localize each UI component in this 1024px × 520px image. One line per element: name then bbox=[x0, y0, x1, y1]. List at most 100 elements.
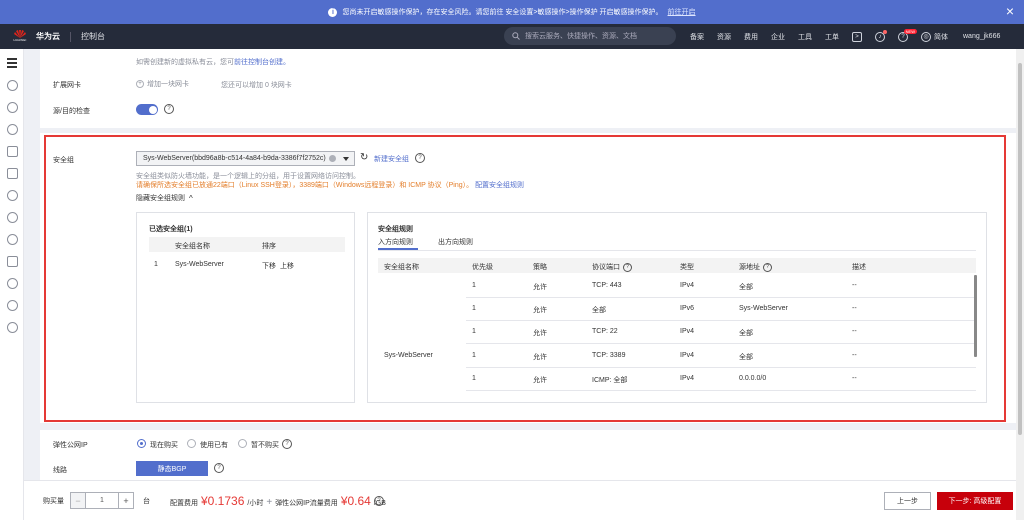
add-nic-button[interactable]: + 增加一块网卡 bbox=[136, 79, 189, 89]
help-icon[interactable]: ? NEW bbox=[898, 28, 917, 42]
database-icon[interactable] bbox=[7, 124, 18, 135]
anchor-icon[interactable] bbox=[7, 256, 18, 267]
user-account[interactable]: wang_jk666 bbox=[963, 33, 1000, 40]
line-bgp-button[interactable]: 静态BGP bbox=[136, 461, 208, 476]
hide-sg-rules-toggle[interactable]: 隐藏安全组规则 ^ bbox=[136, 193, 193, 203]
eip-buy-now-label[interactable]: 现在购买 bbox=[150, 440, 178, 450]
page-scrollbar-thumb[interactable] bbox=[1018, 63, 1022, 435]
cloud-icon[interactable] bbox=[7, 80, 18, 91]
rule-source-link[interactable]: Sys-WebServer bbox=[739, 305, 788, 312]
move-down-button[interactable]: 下移 bbox=[262, 261, 276, 271]
config-sg-rules-link[interactable]: 配置安全组规则 bbox=[475, 182, 524, 189]
globe-service-icon[interactable] bbox=[7, 322, 18, 333]
nav-filing[interactable]: 备案 bbox=[690, 32, 704, 42]
sg-warning-text: 请确保所选安全组已放通22端口（Linux SSH登录），3389端口（Wind… bbox=[136, 182, 474, 189]
eip-fee-label: 弹性公网IP流量费用 bbox=[275, 500, 338, 507]
search-placeholder: 搜索云服务、快捷操作、资源、文档 bbox=[525, 33, 637, 40]
refresh-icon[interactable]: ↻ bbox=[360, 152, 368, 164]
ext-nic-label: 扩展网卡 bbox=[53, 82, 81, 89]
eip-buy-now-radio[interactable] bbox=[137, 439, 146, 448]
rule-priority: 1 bbox=[472, 375, 476, 382]
rule-policy: 允许 bbox=[533, 307, 547, 314]
close-icon[interactable]: × bbox=[1006, 4, 1014, 18]
row-divider bbox=[466, 390, 976, 391]
eip-use-existing-label[interactable]: 使用已有 bbox=[200, 440, 228, 450]
lock-icon[interactable] bbox=[7, 300, 18, 311]
help-icon[interactable]: ? bbox=[164, 104, 174, 114]
help-icon[interactable]: ? bbox=[763, 262, 772, 272]
console-link[interactable]: 控制台 bbox=[81, 31, 105, 42]
eip-use-existing-radio[interactable] bbox=[187, 439, 196, 448]
huawei-logo[interactable]: HUAWEI bbox=[12, 29, 28, 44]
help-icon[interactable]: ? bbox=[415, 153, 425, 163]
security-group-select-value: Sys-WebServer(bbd96a8b-c514-4a84-b9da-33… bbox=[143, 155, 326, 162]
rule-port: ICMP: 全部 bbox=[592, 377, 628, 384]
huawei-logo-icon bbox=[14, 29, 26, 38]
terminal-icon[interactable]: > bbox=[852, 31, 862, 42]
search-icon bbox=[512, 32, 520, 40]
cloud-server-icon[interactable] bbox=[7, 102, 18, 113]
rule-type: IPv4 bbox=[680, 282, 695, 289]
row-divider bbox=[466, 320, 976, 321]
network-icon[interactable] bbox=[7, 190, 18, 201]
language-switch[interactable]: ◎ 简体 bbox=[921, 31, 948, 42]
prev-button[interactable]: 上一步 bbox=[884, 492, 931, 510]
menu-icon[interactable] bbox=[7, 58, 17, 70]
compass-icon[interactable] bbox=[7, 278, 18, 289]
nav-tickets[interactable]: 工单 bbox=[825, 32, 839, 42]
plus-button[interactable]: + bbox=[118, 493, 133, 508]
eip-not-now-radio[interactable] bbox=[238, 439, 247, 448]
minus-button[interactable]: − bbox=[71, 493, 86, 508]
header-nav: 备案 资源 费用 企业 工具 工单 > ♪ ? NEW ◎ 简体 wang_jk6… bbox=[690, 24, 1000, 49]
rule-port: TCP: 443 bbox=[592, 282, 622, 289]
col-port: 协议端口? bbox=[592, 262, 632, 272]
bell-icon[interactable]: ♪ bbox=[875, 29, 887, 42]
rule-type: IPv6 bbox=[680, 305, 695, 312]
src-dst-check-toggle[interactable] bbox=[136, 104, 158, 115]
row-divider bbox=[466, 297, 976, 298]
page-scrollbar[interactable] bbox=[1016, 49, 1024, 520]
nav-resources[interactable]: 资源 bbox=[717, 32, 731, 42]
src-dst-check-label: 源/目的检查 bbox=[53, 108, 90, 115]
global-search[interactable]: 搜索云服务、快捷操作、资源、文档 bbox=[504, 27, 676, 45]
col-sg-name: 安全组名称 bbox=[175, 243, 210, 250]
vpc-create-link[interactable]: 前往控制台创建。 bbox=[234, 59, 290, 66]
eip-not-now-label[interactable]: 暂不购买 bbox=[251, 440, 279, 450]
help-icon[interactable]: ? bbox=[282, 439, 292, 449]
tab-outbound[interactable]: 出方向规则 bbox=[438, 237, 473, 247]
notice-banner: i 您尚未开启敏感操作保护，存在安全风险。请您前往 安全设置>敏感操作>操作保护… bbox=[0, 0, 1024, 24]
cloud-upload-icon[interactable] bbox=[7, 212, 18, 223]
security-group-select[interactable]: Sys-WebServer(bbd96a8b-c514-4a84-b9da-33… bbox=[136, 151, 355, 166]
quantity-stepper[interactable]: − 1 + bbox=[70, 492, 134, 509]
rules-scrollbar[interactable] bbox=[974, 275, 977, 357]
notice-link[interactable]: 前往开启 bbox=[668, 7, 696, 17]
storage-icon[interactable] bbox=[7, 168, 18, 179]
nav-enterprise[interactable]: 企业 bbox=[771, 32, 785, 42]
nav-billing[interactable]: 费用 bbox=[744, 32, 758, 42]
move-up-button[interactable]: 上移 bbox=[280, 261, 294, 271]
rule-type: IPv4 bbox=[680, 352, 695, 359]
clear-icon[interactable] bbox=[329, 155, 336, 162]
rule-priority: 1 bbox=[472, 328, 476, 335]
cloud-download-icon[interactable] bbox=[7, 234, 18, 245]
next-button[interactable]: 下一步: 高级配置 bbox=[937, 492, 1013, 510]
rule-policy: 允许 bbox=[533, 284, 547, 291]
brand-name[interactable]: 华为云 bbox=[36, 31, 60, 42]
rule-port: TCP: 22 bbox=[592, 328, 618, 335]
bridge-icon[interactable] bbox=[7, 146, 18, 157]
quantity-value[interactable]: 1 bbox=[86, 493, 118, 508]
help-icon[interactable]: ? bbox=[374, 496, 384, 506]
tab-inbound[interactable]: 入方向规则 bbox=[378, 237, 413, 247]
chevron-up-icon: ^ bbox=[189, 193, 193, 203]
fee-unit: /小时 bbox=[247, 500, 264, 507]
new-security-group-link[interactable]: 新建安全组 bbox=[374, 154, 409, 164]
top-header: HUAWEI 华为云 控制台 搜索云服务、快捷操作、资源、文档 备案 资源 费用… bbox=[0, 24, 1024, 49]
help-icon[interactable]: ? bbox=[623, 262, 632, 272]
nav-tools[interactable]: 工具 bbox=[798, 32, 812, 42]
logo-text: HUAWEI bbox=[13, 37, 27, 42]
add-nic-tip: 您还可以增加 0 块网卡 bbox=[221, 82, 292, 89]
security-group-label: 安全组 bbox=[53, 157, 74, 164]
help-icon[interactable]: ? bbox=[214, 463, 224, 473]
plus-sign: + bbox=[266, 497, 273, 508]
rule-desc: -- bbox=[852, 328, 857, 335]
